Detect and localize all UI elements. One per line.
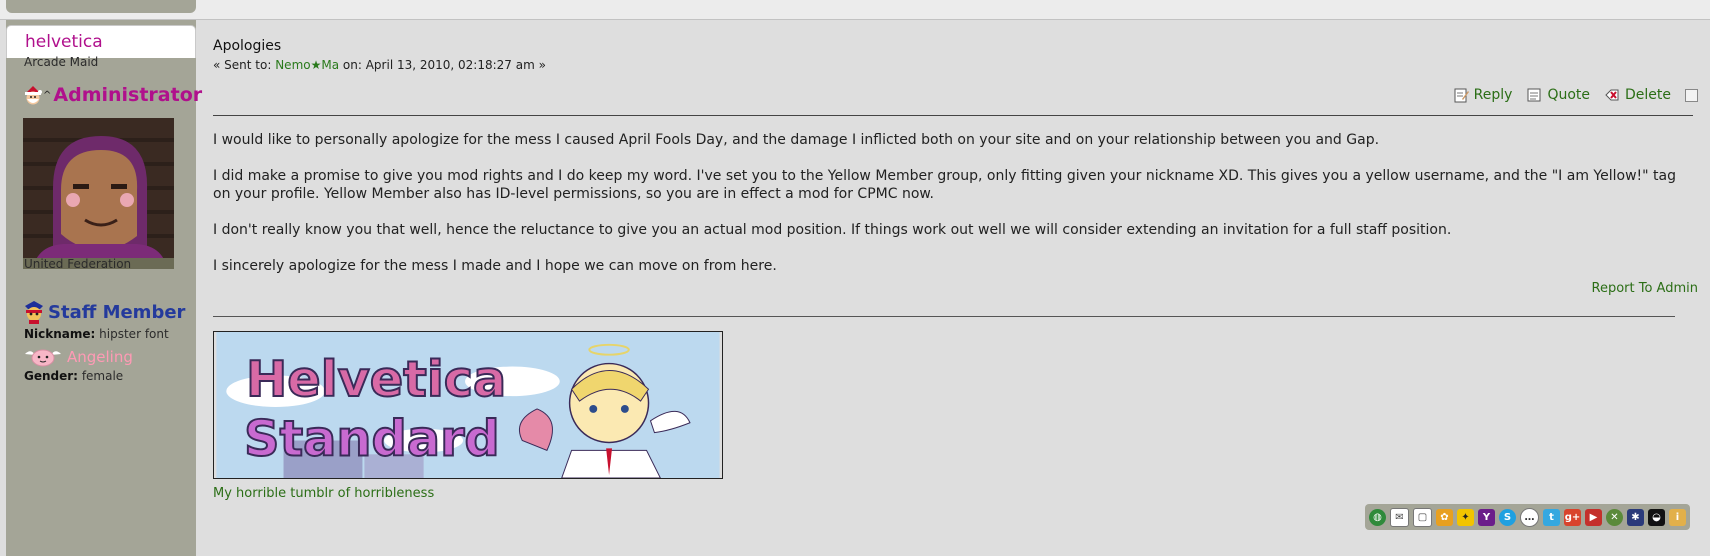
- delete-label: Delete: [1625, 87, 1671, 103]
- sonic-character-icon: [25, 301, 43, 324]
- message-paragraph: I did make a promise to give you mod rig…: [213, 168, 1676, 202]
- on-label: on:: [342, 58, 362, 72]
- reply-button[interactable]: Reply: [1453, 87, 1513, 103]
- avatar: [23, 118, 174, 269]
- header-divider: [213, 115, 1693, 116]
- reply-icon: [1454, 88, 1469, 103]
- email-icon[interactable]: ✉: [1390, 507, 1409, 527]
- profile-icons-bar: ◍ ✉ ▢ ✿ ✦ Y S … t g+ ▶ ✕ ✱ ◒ i: [1365, 504, 1690, 530]
- tumblr-signature-link[interactable]: My horrible tumblr of horribleness: [213, 486, 434, 501]
- sent-prefix: « Sent to:: [213, 58, 272, 72]
- message-actions: Reply Quote Delete: [1439, 87, 1698, 103]
- quote-label: Quote: [1547, 87, 1590, 103]
- small-icon: ^: [43, 89, 52, 101]
- recipient-link[interactable]: Nemo★Ma: [275, 58, 339, 72]
- angeling-label: Angeling: [67, 348, 133, 366]
- info-icon[interactable]: i: [1669, 508, 1686, 526]
- delete-button[interactable]: Delete: [1604, 87, 1671, 103]
- steam-icon[interactable]: ◒: [1648, 508, 1665, 526]
- message-body: Apologies « Sent to: Nemo★Ma on: April 1…: [213, 0, 1698, 556]
- sent-line: « Sent to: Nemo★Ma on: April 13, 2010, 0…: [213, 58, 546, 72]
- message-paragraph: I sincerely apologize for the mess I mad…: [213, 258, 777, 274]
- gender-value: female: [81, 369, 124, 383]
- admin-group-row: ^ Administrator: [23, 84, 202, 106]
- twitter-icon[interactable]: t: [1543, 508, 1560, 526]
- nickname-row: Nickname: hipster font: [24, 327, 169, 341]
- select-message-checkbox[interactable]: [1685, 88, 1698, 102]
- msn-icon[interactable]: ✿: [1436, 508, 1453, 526]
- previous-post-sidebar-tab: [6, 0, 196, 13]
- xbox-icon[interactable]: ✕: [1606, 508, 1623, 526]
- psn-icon[interactable]: ✱: [1627, 508, 1644, 526]
- message-date: April 13, 2010, 02:18:27 am »: [365, 58, 546, 72]
- angel-blob-icon: [25, 349, 61, 367]
- group-label-administrator: Administrator: [53, 84, 203, 106]
- santa-face-icon: [25, 86, 42, 105]
- nickname-label: Nickname:: [24, 327, 96, 341]
- googleplus-icon[interactable]: g+: [1564, 508, 1581, 526]
- gender-label: Gender:: [24, 369, 78, 383]
- gender-row: Gender: female: [24, 369, 123, 383]
- nickname-value: hipster font: [99, 327, 169, 341]
- message-paragraph: I would like to personally apologize for…: [213, 132, 1380, 148]
- staff-group-row: Staff Member: [23, 300, 185, 324]
- banner-word-helvetica: Helvetica: [246, 350, 506, 408]
- report-to-admin-link[interactable]: Report To Admin: [1592, 281, 1698, 296]
- yahoo-icon[interactable]: Y: [1478, 508, 1495, 526]
- banner-word-standard: Standard: [244, 409, 500, 467]
- poster-name-tab: helvetica: [6, 25, 196, 58]
- signature-divider: [213, 316, 1675, 317]
- group-label-staff-member: Staff Member: [48, 301, 186, 323]
- member-title: Arcade Maid: [24, 55, 99, 69]
- angeling-badge-row: Angeling: [23, 346, 133, 368]
- quote-icon: [1527, 88, 1541, 102]
- globe-icon[interactable]: ◍: [1369, 508, 1386, 526]
- poster-name-link[interactable]: helvetica: [25, 32, 103, 52]
- message-subject: Apologies: [213, 38, 282, 54]
- pm-icon[interactable]: ▢: [1413, 507, 1432, 527]
- quote-button[interactable]: Quote: [1526, 87, 1590, 103]
- skype-icon[interactable]: S: [1499, 508, 1516, 526]
- signature-banner-image: Helvetica Standard: [213, 331, 723, 479]
- aim-icon[interactable]: ✦: [1457, 508, 1474, 526]
- message-paragraph: I don't really know you that well, hence…: [213, 222, 1452, 238]
- location-text: United Federation: [24, 257, 132, 271]
- reply-label: Reply: [1473, 87, 1513, 103]
- chat-icon[interactable]: …: [1520, 507, 1539, 527]
- youtube-icon[interactable]: ▶: [1585, 508, 1602, 526]
- delete-icon: [1605, 89, 1619, 101]
